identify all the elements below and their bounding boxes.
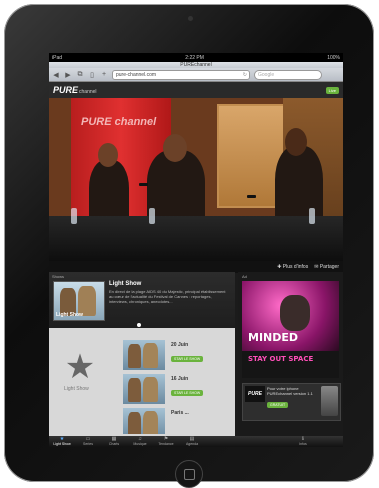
tab-infos[interactable]: ℹ Infos — [283, 436, 323, 447]
carousel-dot[interactable] — [137, 323, 141, 327]
water-bottle — [71, 208, 77, 224]
watch-show-button[interactable]: STAR LE SHOW — [171, 356, 204, 362]
episode-thumbnail[interactable] — [123, 408, 165, 434]
episode-date: 20 Juin — [171, 342, 189, 348]
promo-phone-image — [321, 386, 338, 416]
head-center — [163, 134, 187, 162]
video-player[interactable]: PURE channel — [49, 98, 343, 261]
forward-arrow-icon[interactable]: ▶ — [64, 71, 72, 79]
ad-label: Ad — [242, 274, 247, 279]
press-table — [49, 216, 343, 261]
camera-icon — [188, 16, 193, 21]
sidebar-panel: MINDED STAY OUT SPACE Ad PURE Pour votre… — [238, 272, 343, 436]
pages-icon[interactable]: ⧉ — [76, 71, 84, 79]
site-header: PUREchannel Live — [49, 82, 343, 98]
site-logo[interactable]: PUREchannel — [53, 85, 97, 95]
clock-label: 2:22 PM — [185, 54, 204, 61]
episode-item[interactable]: 16 Juin STAR LE SHOW — [123, 374, 233, 404]
carrier-label: iPad — [52, 54, 63, 61]
back-arrow-icon[interactable]: ◀ — [52, 71, 60, 79]
reload-icon[interactable]: ↻ — [243, 71, 247, 79]
url-text: pure-channel.com — [116, 71, 157, 78]
status-bar: iPad 2:22 PM 100% — [49, 53, 343, 62]
episode-item[interactable]: Paris ... — [123, 408, 233, 434]
water-bottle — [149, 208, 155, 224]
tab-tendance[interactable]: ⚑ Tendance — [153, 436, 179, 447]
add-icon[interactable]: + — [100, 71, 108, 78]
ad-banner[interactable]: MINDED STAY OUT SPACE — [242, 281, 339, 378]
bottom-tab-bar: ★ Light Show ▭ Series ▦ Charts ♫ Musique ⚑ Te… — [49, 436, 343, 447]
head-right — [285, 128, 307, 156]
microphone-icon — [139, 183, 148, 186]
featured-show-title: Light Show — [109, 281, 142, 287]
promo-text: Pour votre iphone PUREchannel version 1.… — [267, 386, 313, 396]
tab-series[interactable]: ▭ Series — [75, 436, 101, 447]
category-label: Light Show — [64, 386, 89, 392]
tab-musique[interactable]: ♫ Musique — [127, 436, 153, 447]
promo-download-button[interactable]: GRATUIT — [267, 402, 289, 408]
shows-panel: Shows Light Show Light Show En direct de… — [49, 272, 235, 436]
bookmarks-icon[interactable]: ▯ — [88, 71, 96, 79]
more-info-link[interactable]: ✚ Plus d'infos — [277, 264, 308, 270]
featured-show-thumbnail[interactable]: Light Show — [53, 281, 105, 321]
ad-headline: MINDED — [248, 331, 299, 344]
tab-light-show[interactable]: ★ Light Show — [49, 436, 75, 447]
address-bar[interactable]: pure-channel.com ↻ — [112, 69, 250, 80]
microphone-icon — [247, 195, 256, 198]
tab-charts[interactable]: ▦ Charts — [101, 436, 127, 447]
episode-thumbnail[interactable] — [123, 374, 165, 404]
home-button[interactable] — [175, 460, 203, 488]
ad-figure — [280, 295, 310, 331]
episode-date: Paris ... — [171, 410, 189, 416]
episode-date: 16 Juin — [171, 376, 189, 382]
video-watermark: PURE channel — [81, 116, 157, 128]
tab-agenda[interactable]: ▤ Agenda — [179, 436, 205, 447]
share-link[interactable]: ✉ Partager — [314, 264, 339, 270]
featured-show-description: En direct de la plage AIDS 40 du Majesti… — [109, 289, 226, 304]
content-area: Shows Light Show Light Show En direct de… — [49, 272, 343, 447]
app-promo[interactable]: PURE Pour votre iphone PUREchannel versi… — [242, 383, 341, 421]
featured-show-card[interactable]: Shows Light Show Light Show En direct de… — [49, 272, 235, 328]
battery-label: 100% — [327, 54, 340, 61]
promo-logo: PURE — [245, 386, 265, 402]
screen: iPad 2:22 PM 100% PUREchannel ◀ ▶ ⧉ ▯ + … — [49, 53, 343, 447]
episode-item[interactable]: 20 Juin STAR LE SHOW — [123, 340, 233, 370]
live-button[interactable]: Live — [325, 86, 339, 94]
section-label: Shows — [52, 274, 65, 279]
watch-show-button[interactable]: STAR LE SHOW — [171, 390, 204, 396]
browser-toolbar: ◀ ▶ ⧉ ▯ + pure-channel.com ↻ Google — [49, 68, 343, 82]
star-icon: ★ — [64, 348, 96, 386]
water-bottle — [309, 208, 315, 224]
episode-thumbnail[interactable] — [123, 340, 165, 370]
thumb-caption: Light Show — [56, 312, 83, 318]
search-input[interactable]: Google — [254, 69, 322, 80]
head-left — [98, 143, 118, 167]
ad-subline: STAY OUT SPACE — [248, 355, 314, 363]
